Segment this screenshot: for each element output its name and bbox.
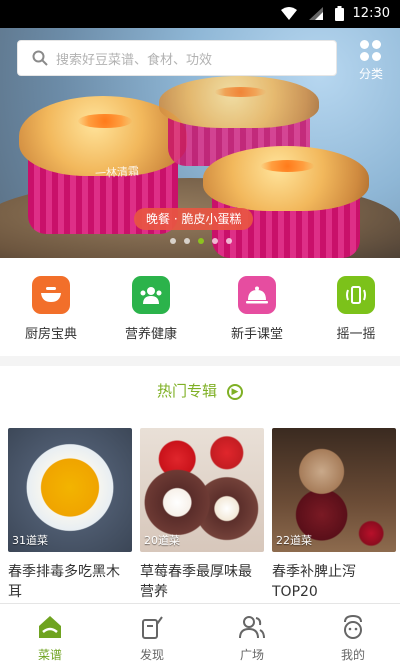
bowl-icon [32, 276, 70, 314]
album-count: 31道菜 [12, 534, 48, 547]
banner-caption[interactable]: 晚餐 · 脆皮小蛋糕 [134, 208, 254, 230]
quick-nav-shake[interactable]: 摇一摇 [311, 276, 400, 342]
album-count: 22道菜 [276, 534, 312, 547]
people-square-icon [239, 616, 265, 639]
tab-discover[interactable]: 发现 [112, 614, 192, 663]
banner-dot[interactable] [226, 238, 232, 244]
banner-pagination [170, 238, 232, 244]
search-icon [32, 50, 48, 66]
banner-watermark: 一林清霜 [94, 164, 140, 181]
muffin-image [203, 146, 369, 258]
banner-dot[interactable] [184, 238, 190, 244]
quick-nav-nutrition[interactable]: 营养健康 [106, 276, 196, 342]
shake-phone-icon [337, 276, 375, 314]
category-label: 分类 [358, 67, 383, 81]
banner-dot[interactable] [212, 238, 218, 244]
people-icon [132, 276, 170, 314]
hot-section-header[interactable]: 热门专辑 ▶ [0, 380, 400, 401]
quick-nav-label: 摇一摇 [336, 327, 376, 342]
banner-dot-active[interactable] [198, 238, 204, 244]
signal-icon [309, 7, 323, 20]
tab-label: 菜谱 [37, 648, 62, 662]
tab-mine[interactable]: 我的 [313, 614, 393, 663]
category-grid-icon [360, 40, 382, 62]
cloche-icon [238, 276, 276, 314]
tab-label: 发现 [139, 648, 164, 662]
quick-nav-label: 新手课堂 [230, 327, 283, 342]
status-icons [281, 6, 344, 21]
tab-label: 广场 [239, 648, 264, 662]
album-card[interactable]: 20道菜 草莓春季最厚味最营养 [140, 428, 264, 602]
bottom-tab-bar: 菜谱 发现 广场 我的 [0, 603, 400, 667]
tab-label: 我的 [340, 648, 365, 662]
search-placeholder: 搜索好豆菜谱、食材、功效 [56, 52, 213, 68]
status-time: 12:30 [352, 6, 390, 21]
quick-nav: 厨房宝典 营养健康 新手课堂 摇一摇 [0, 276, 400, 356]
section-divider [0, 356, 400, 366]
quick-nav-beginner[interactable]: 新手课堂 [212, 276, 302, 342]
wifi-icon [281, 7, 297, 20]
banner-dot[interactable] [170, 238, 176, 244]
quick-nav-label: 厨房宝典 [24, 327, 77, 342]
quick-nav-label: 营养健康 [124, 327, 177, 342]
battery-icon [335, 6, 344, 21]
album-list: 31道菜 春季排毒多吃黑木耳 20道菜 草莓春季最厚味最营养 22道菜 春季补脾… [8, 428, 400, 608]
album-count: 20道菜 [144, 534, 180, 547]
chevron-right-icon: ▶ [227, 383, 243, 400]
tab-recipes[interactable]: 菜谱 [10, 614, 90, 663]
tab-square[interactable]: 广场 [212, 614, 292, 663]
status-bar: 12:30 [0, 0, 400, 28]
hot-section-title: 热门专辑 [156, 382, 217, 400]
quick-nav-kitchen[interactable]: 厨房宝典 [6, 276, 96, 342]
search-input[interactable]: 搜索好豆菜谱、食材、功效 [17, 40, 337, 76]
album-card[interactable]: 22道菜 春季补脾止泻TOP20 [272, 428, 396, 602]
home-icon [39, 616, 61, 638]
discover-icon [142, 616, 163, 639]
album-card[interactable]: 31道菜 春季排毒多吃黑木耳 [8, 428, 132, 602]
profile-icon [344, 614, 362, 639]
category-button[interactable]: 分类 [356, 40, 386, 82]
